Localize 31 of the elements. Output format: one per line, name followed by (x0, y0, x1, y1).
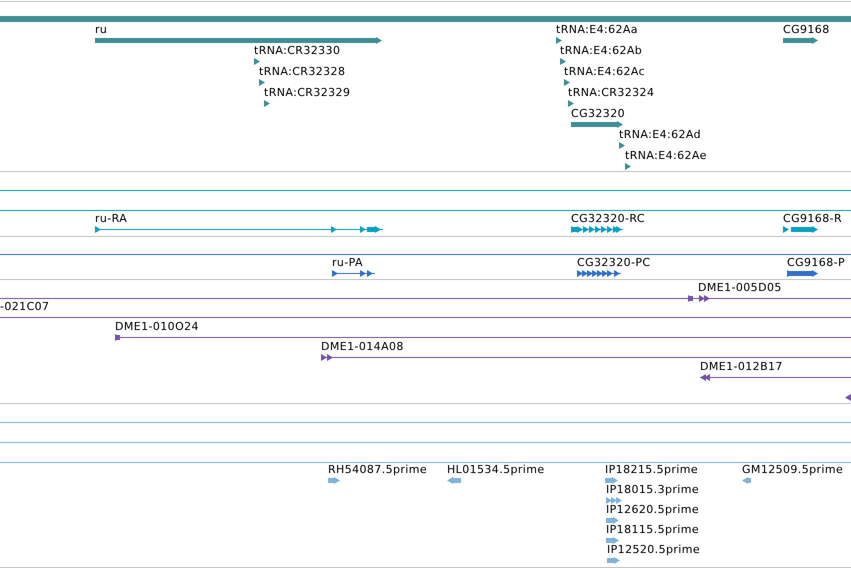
feature-label: tRNA:CR32329 (264, 86, 350, 99)
feature-label: DME1-005D05 (698, 281, 782, 294)
feature-label: tRNA:E4:62Ae (625, 149, 707, 162)
feature-label: tRNA:CR32324 (568, 86, 654, 99)
feature-label: tRNA:CR32328 (259, 65, 346, 78)
feature-label: IP18015.3prime (606, 483, 700, 496)
feature-label: IP12520.5prime (607, 543, 700, 556)
feature-label: ru-RA (95, 212, 128, 225)
feature-label: IP18215.5prime (605, 463, 698, 476)
feature-label: ru-PA (332, 256, 363, 269)
feature-label: tRNA:E4:62Ab (560, 44, 642, 57)
feature-label: HL01534.5prime (447, 463, 545, 476)
feature-label: CG9168-R (783, 212, 842, 225)
feature-label: tRNA:E4:62Ac (564, 65, 646, 78)
feature-label: RH54087.5prime (328, 463, 428, 476)
feature-label: CG32320 (571, 107, 625, 120)
feature-label: DME1-012B17 (700, 360, 783, 373)
feature-label: GM12509.5prime (742, 463, 844, 476)
feature-label: CG9168 (783, 23, 830, 36)
feature-label: tRNA:E4:62Ad (619, 128, 701, 141)
feature-label: CG32320-RC (571, 212, 645, 225)
feature-label: DME1-010O24 (115, 320, 199, 333)
feature-label: -021C07 (0, 300, 50, 313)
feature-label: ru (95, 23, 108, 36)
feature-label: CG32320-PC (577, 256, 650, 269)
feature-label: IP18115.5prime (606, 523, 700, 536)
feature-label: CG9168-P (787, 256, 846, 269)
feature-label: tRNA:E4:62Aa (556, 23, 638, 36)
feature-label: IP12620.5prime (606, 503, 700, 516)
feature-label: tRNA:CR32330 (254, 44, 340, 57)
feature-label: DME1-014A08 (321, 340, 404, 353)
